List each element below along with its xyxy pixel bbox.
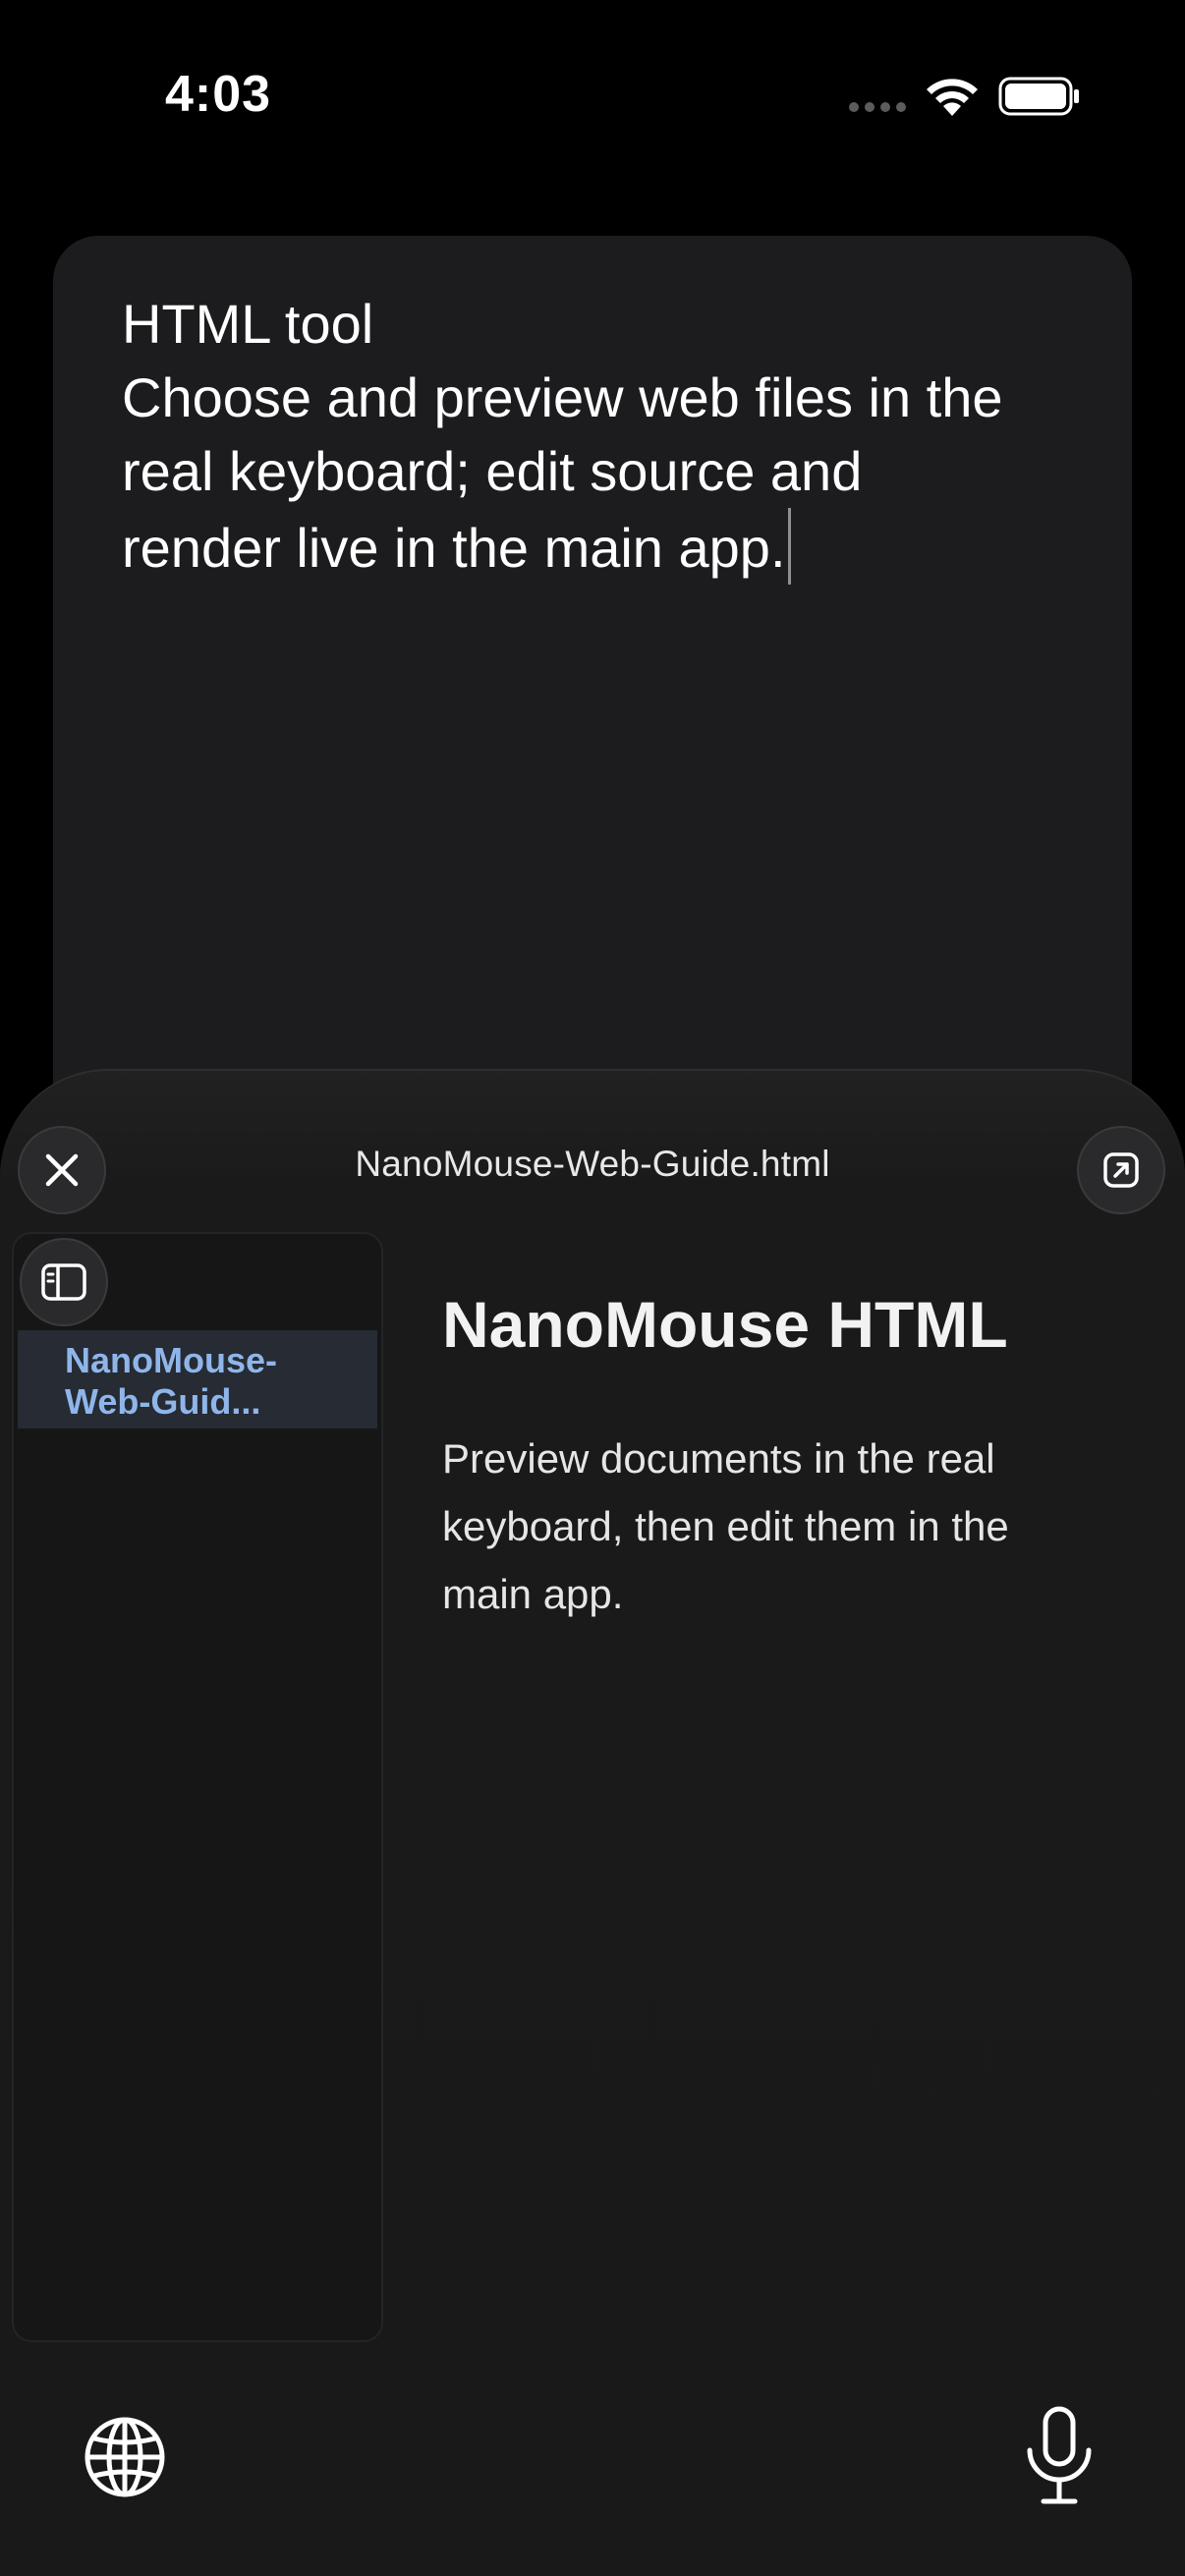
microphone-icon[interactable] [1018, 2405, 1100, 2507]
preview-body-line: keyboard, then edit them in the [442, 1503, 1009, 1549]
status-time: 4:03 [165, 66, 272, 123]
editor-line: render live in the main app. [122, 508, 1065, 585]
close-icon [45, 1153, 79, 1187]
sidebar-item-label-line: Web-Guid... [65, 1381, 261, 1422]
sidebar-item-label-line: NanoMouse- [65, 1340, 277, 1380]
cellular-signal-icon [849, 102, 908, 114]
file-title: NanoMouse-Web-Guide.html [355, 1144, 830, 1184]
battery-icon [998, 77, 1079, 116]
text-editor-content[interactable]: HTML tool Choose and preview web files i… [122, 287, 1065, 585]
text-cursor [787, 508, 791, 585]
preview-body: Preview documents in the real keyboard, … [442, 1425, 1130, 1628]
editor-line-text: render live in the main app. [122, 517, 786, 579]
preview-body-line: main app. [442, 1571, 624, 1617]
status-bar: 4:03 [0, 0, 1185, 196]
editor-line: real keyboard; edit source and [122, 440, 863, 502]
open-in-app-button[interactable] [1077, 1126, 1165, 1214]
preview-body-line: Preview documents in the real [442, 1435, 995, 1482]
globe-icon[interactable] [81, 2413, 169, 2501]
sidebar-item-file[interactable]: NanoMouse- Web-Guid... [18, 1330, 377, 1428]
sidebar-item-label: NanoMouse- Web-Guid... [65, 1340, 360, 1423]
wifi-icon [927, 79, 978, 116]
sidebar-toggle-button[interactable] [20, 1238, 108, 1326]
preview-heading: NanoMouse HTML [442, 1288, 1008, 1361]
editor-line: Choose and preview web files in the [122, 366, 1003, 428]
close-button[interactable] [18, 1126, 106, 1214]
open-external-icon [1103, 1152, 1139, 1188]
editor-line: HTML tool [122, 293, 374, 355]
sidebar-icon [41, 1263, 86, 1301]
